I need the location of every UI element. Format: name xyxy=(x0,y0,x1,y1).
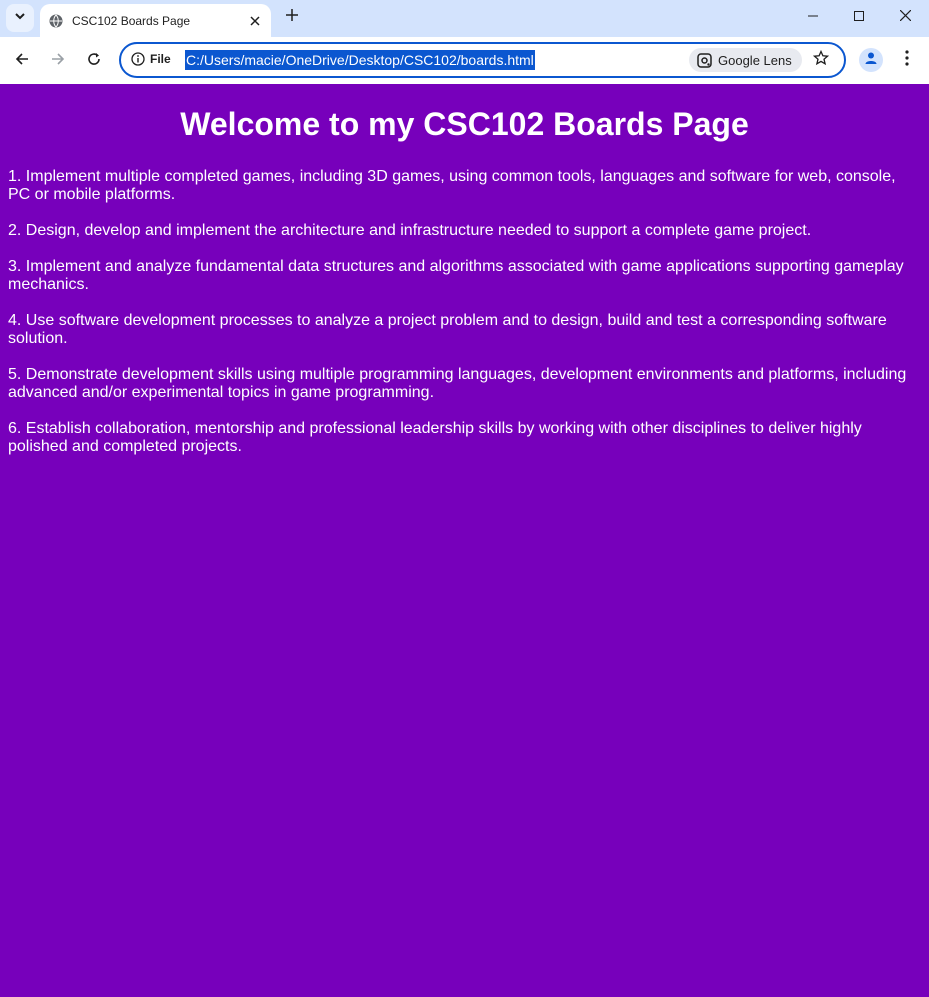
list-item: 4. Use software development processes to… xyxy=(8,312,887,347)
arrow-left-icon xyxy=(15,52,29,71)
maximize-icon xyxy=(854,8,864,26)
tab-title: CSC102 Boards Page xyxy=(72,13,191,28)
star-icon xyxy=(812,49,830,71)
list-item: 1. Implement multiple completed games, i… xyxy=(8,168,896,203)
browser-menu-button[interactable] xyxy=(896,49,918,71)
address-bar[interactable]: File C:/Users/macie/OneDrive/Desktop/CSC… xyxy=(119,42,846,78)
minimize-icon xyxy=(808,8,818,26)
maximize-button[interactable] xyxy=(836,0,882,34)
back-button[interactable] xyxy=(8,47,36,75)
tab-search-button[interactable] xyxy=(6,4,34,32)
browser-toolbar: File C:/Users/macie/OneDrive/Desktop/CSC… xyxy=(0,37,929,84)
list-item: 3. Implement and analyze fundamental dat… xyxy=(8,258,904,293)
list-item: 6. Establish collaboration, mentorship a… xyxy=(8,420,862,455)
close-window-button[interactable] xyxy=(882,0,928,34)
person-icon xyxy=(864,51,878,70)
google-lens-label: Google Lens xyxy=(718,52,792,68)
reload-button[interactable] xyxy=(80,47,108,75)
minimize-button[interactable] xyxy=(790,0,836,34)
tab-strip: CSC102 Boards Page xyxy=(0,0,929,37)
list-item: 5. Demonstrate development skills using … xyxy=(8,366,907,401)
page-content: Welcome to my CSC102 Boards Page 1. Impl… xyxy=(0,84,929,997)
list-item: 2. Design, develop and implement the arc… xyxy=(8,222,812,239)
bookmark-button[interactable] xyxy=(811,49,831,71)
globe-icon xyxy=(49,14,63,28)
lens-icon xyxy=(697,52,712,68)
site-info-icon[interactable] xyxy=(131,52,145,66)
arrow-right-icon xyxy=(51,52,65,71)
reload-icon xyxy=(87,52,101,71)
profile-button[interactable] xyxy=(859,48,883,72)
chevron-down-icon xyxy=(14,9,26,27)
page-title: Welcome to my CSC102 Boards Page xyxy=(180,106,749,142)
browser-tab[interactable]: CSC102 Boards Page xyxy=(40,4,271,37)
scheme-label: File xyxy=(150,52,171,66)
close-icon xyxy=(899,8,911,26)
plus-icon xyxy=(286,8,298,26)
forward-button[interactable] xyxy=(44,47,72,75)
address-url[interactable]: C:/Users/macie/OneDrive/Desktop/CSC102/b… xyxy=(185,50,535,70)
new-tab-button[interactable] xyxy=(282,7,302,27)
google-lens-button[interactable]: Google Lens xyxy=(689,48,802,72)
more-vert-icon xyxy=(905,49,909,71)
close-tab-icon[interactable] xyxy=(245,11,265,31)
